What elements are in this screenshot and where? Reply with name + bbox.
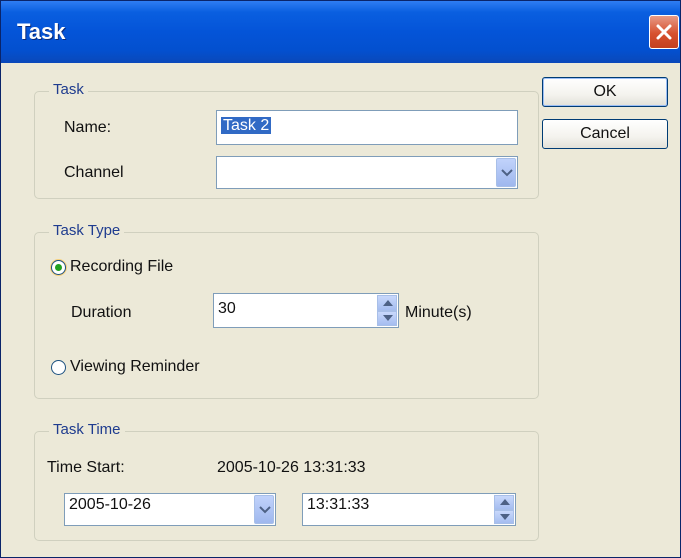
- duration-value: 30: [218, 300, 236, 317]
- task-dialog: Task OK Cancel Task Name: Task 2 Channel…: [0, 0, 681, 558]
- name-label: Name:: [64, 119, 112, 136]
- chevron-down-icon: [259, 505, 271, 513]
- task-time-group-legend: Task Time: [49, 421, 125, 438]
- title-bar[interactable]: Task: [1, 1, 680, 63]
- recording-file-radio[interactable]: [51, 260, 66, 275]
- start-time-value: 13:31:33: [307, 496, 370, 513]
- start-date-value: 2005-10-26: [69, 496, 151, 513]
- spin-down-icon: [500, 513, 510, 520]
- channel-label: Channel: [64, 164, 124, 181]
- ok-button[interactable]: OK: [542, 77, 668, 107]
- name-input[interactable]: Task 2: [216, 110, 518, 145]
- cancel-button[interactable]: Cancel: [542, 119, 668, 149]
- duration-spin[interactable]: [377, 295, 397, 326]
- viewing-reminder-radio[interactable]: [51, 360, 66, 375]
- channel-select[interactable]: [216, 156, 518, 189]
- time-start-value: 2005-10-26 13:31:33: [217, 459, 366, 476]
- duration-up-button[interactable]: [377, 295, 397, 311]
- duration-down-button[interactable]: [377, 310, 397, 326]
- start-date-picker[interactable]: 2005-10-26: [64, 493, 276, 526]
- start-time-spin[interactable]: [494, 495, 514, 524]
- spin-down-icon: [383, 315, 393, 322]
- radio-selected-dot: [55, 264, 62, 271]
- window-title: Task: [17, 19, 66, 44]
- start-time-down-button[interactable]: [494, 509, 514, 524]
- time-start-label: Time Start:: [47, 459, 125, 476]
- start-time-stepper[interactable]: 13:31:33: [302, 493, 516, 526]
- start-date-dropdown-button[interactable]: [254, 495, 274, 524]
- close-button[interactable]: [649, 15, 679, 49]
- name-input-value: Task 2: [221, 117, 272, 134]
- channel-dropdown-button[interactable]: [496, 158, 516, 187]
- spin-up-icon: [383, 299, 393, 306]
- chevron-down-icon: [501, 168, 513, 176]
- recording-file-label[interactable]: Recording File: [70, 258, 173, 276]
- duration-unit-label: Minute(s): [405, 304, 472, 321]
- duration-stepper[interactable]: 30: [213, 293, 399, 328]
- spin-up-icon: [500, 499, 510, 506]
- task-type-group-legend: Task Type: [49, 222, 125, 239]
- viewing-reminder-label[interactable]: Viewing Reminder: [70, 358, 200, 376]
- duration-label: Duration: [71, 304, 132, 321]
- task-group-legend: Task: [49, 81, 88, 98]
- close-icon: [656, 24, 672, 40]
- start-time-up-button[interactable]: [494, 495, 514, 510]
